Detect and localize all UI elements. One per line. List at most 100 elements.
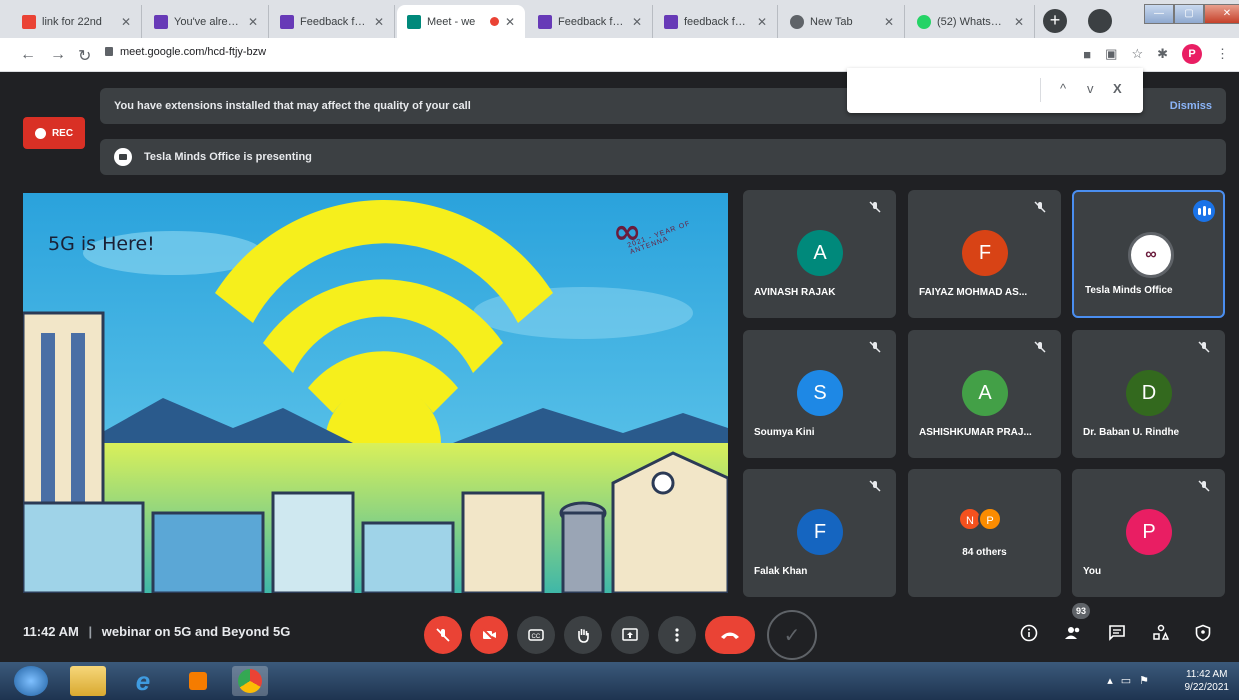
- participant-tile[interactable]: A AVINASH RAJAK: [743, 190, 896, 318]
- present-icon: [622, 628, 638, 641]
- chrome-taskbar-icon[interactable]: [232, 666, 268, 696]
- recording-badge: REC: [23, 117, 85, 149]
- participant-name: AVINASH RAJAK: [754, 287, 836, 298]
- tab-label: link for 22nd: [42, 15, 102, 28]
- close-icon[interactable]: ✕: [632, 15, 642, 29]
- find-previous-button[interactable]: ^: [1060, 81, 1066, 96]
- window-controls: — ▢ ✕: [1144, 4, 1239, 24]
- more-options-button[interactable]: [658, 616, 696, 654]
- forward-icon[interactable]: →: [50, 46, 66, 64]
- slide-title: 5G is Here!: [48, 233, 155, 255]
- check-overlay-button[interactable]: ✓: [767, 610, 817, 660]
- tesla-minds-logo-icon: ∞: [1145, 246, 1157, 263]
- tab-forms-2[interactable]: Feedback form ✕: [270, 5, 395, 38]
- camera-icon[interactable]: ■: [1083, 47, 1091, 62]
- find-next-button[interactable]: v: [1087, 81, 1094, 96]
- captions-button[interactable]: CC: [517, 616, 555, 654]
- chrome-icon: [790, 14, 804, 29]
- close-icon[interactable]: ✕: [505, 15, 515, 29]
- more-vert-icon: [675, 628, 679, 642]
- mic-muted-icon: [1033, 200, 1047, 214]
- tab-label: Meet - we: [427, 15, 476, 28]
- tab-forms-3[interactable]: Feedback form ✕: [528, 5, 653, 38]
- network-icon[interactable]: ▭: [1121, 674, 1131, 687]
- page-action-icon[interactable]: ▣: [1105, 46, 1117, 62]
- participant-name: Dr. Baban U. Rindhe: [1083, 427, 1180, 438]
- avatar: P: [978, 507, 1002, 531]
- mic-off-icon: [436, 628, 450, 642]
- info-icon: [1020, 624, 1038, 642]
- system-clock[interactable]: 11:42 AM 9/22/2021: [1185, 668, 1230, 694]
- raise-hand-button[interactable]: [564, 616, 602, 654]
- tab-gmail[interactable]: link for 22nd ✕: [12, 5, 142, 38]
- dismiss-button[interactable]: Dismiss: [1170, 100, 1212, 112]
- participant-tile[interactable]: A ASHISHKUMAR PRAJ...: [908, 330, 1061, 458]
- camera-toggle-button[interactable]: [470, 616, 508, 654]
- minimize-button[interactable]: —: [1144, 4, 1174, 24]
- tab-whatsapp[interactable]: (52) WhatsApp ✕: [907, 5, 1035, 38]
- bookmark-star-icon[interactable]: ☆: [1131, 46, 1143, 62]
- extensions-icon[interactable]: ✱: [1157, 46, 1168, 62]
- present-screen-icon: [114, 148, 132, 166]
- tab-forms-1[interactable]: You've already ✕: [144, 5, 269, 38]
- clock-time: 11:42 AM: [1185, 669, 1228, 680]
- people-button[interactable]: [1062, 622, 1084, 644]
- presenting-text: Tesla Minds Office is presenting: [144, 151, 312, 163]
- microphone-toggle-button[interactable]: [424, 616, 462, 654]
- new-tab-button[interactable]: +: [1043, 9, 1067, 33]
- internet-explorer-icon[interactable]: e: [125, 666, 161, 696]
- meeting-details-button[interactable]: [1018, 622, 1040, 644]
- media-player-icon[interactable]: [180, 666, 216, 696]
- window-close-button[interactable]: ✕: [1204, 4, 1239, 24]
- reload-icon[interactable]: ↻: [78, 46, 91, 66]
- start-button[interactable]: [14, 666, 48, 696]
- others-tile[interactable]: N P 84 others: [908, 469, 1061, 597]
- close-icon[interactable]: ✕: [884, 15, 894, 29]
- hang-up-icon: [721, 632, 739, 639]
- close-icon[interactable]: ✕: [1014, 15, 1024, 29]
- close-icon[interactable]: ✕: [374, 15, 384, 29]
- participant-tile[interactable]: D Dr. Baban U. Rindhe: [1072, 330, 1225, 458]
- activities-button[interactable]: [1150, 622, 1172, 644]
- back-icon[interactable]: ←: [20, 46, 36, 64]
- tab-meet[interactable]: Meet - we ✕: [397, 5, 525, 38]
- participant-tile[interactable]: F Falak Khan: [743, 469, 896, 597]
- menu-icon[interactable]: ⋮: [1216, 46, 1229, 62]
- chat-button[interactable]: [1106, 622, 1128, 644]
- close-icon[interactable]: ✕: [121, 15, 131, 29]
- participant-tile-active-speaker[interactable]: ∞ Tesla Minds Office: [1072, 190, 1225, 318]
- avatar: S: [797, 370, 843, 416]
- forms-icon: [154, 14, 168, 29]
- tray-expand-icon[interactable]: ▴: [1107, 674, 1113, 687]
- presentation-stage[interactable]: ∞ 5G is Here! 2021 - YEAR OF ANTENNA: [23, 193, 728, 593]
- participant-tile[interactable]: F FAIYAZ MOHMAD AS...: [908, 190, 1061, 318]
- address-bar: ← → ↻ meet.google.com/hcd-ftjy-bzw ■ ▣ ☆…: [0, 38, 1239, 72]
- browser-tab-strip: link for 22nd ✕ You've already ✕ Feedbac…: [0, 0, 1239, 38]
- maximize-button[interactable]: ▢: [1174, 4, 1204, 24]
- participant-tile[interactable]: S Soumya Kini: [743, 330, 896, 458]
- avatar: D: [1126, 370, 1172, 416]
- tab-new-tab[interactable]: New Tab ✕: [780, 5, 905, 38]
- file-explorer-icon[interactable]: [70, 666, 106, 696]
- find-close-button[interactable]: X: [1113, 81, 1122, 96]
- participant-name: Falak Khan: [754, 566, 808, 577]
- host-controls-button[interactable]: [1192, 622, 1214, 644]
- avatar[interactable]: P: [1182, 44, 1202, 64]
- forms-icon: [280, 14, 294, 29]
- mic-muted-icon: [868, 479, 882, 493]
- lock-icon[interactable]: [105, 47, 113, 56]
- leave-call-button[interactable]: [705, 616, 755, 654]
- present-now-button[interactable]: [611, 616, 649, 654]
- meeting-control-bar: 11:42 AM | webinar on 5G and Beyond 5G C…: [0, 600, 1239, 662]
- find-bar: ^ v X: [847, 68, 1143, 113]
- tab-forms-4[interactable]: feedback form ✕: [654, 5, 778, 38]
- close-icon[interactable]: ✕: [757, 15, 767, 29]
- whatsapp-icon: [917, 14, 931, 29]
- tab-search-button[interactable]: [1088, 9, 1112, 33]
- url-field[interactable]: meet.google.com/hcd-ftjy-bzw: [120, 46, 266, 58]
- close-icon[interactable]: ✕: [248, 15, 258, 29]
- forms-icon: [538, 14, 552, 29]
- participant-tile-self[interactable]: P You: [1072, 469, 1225, 597]
- flag-icon[interactable]: ⚑: [1139, 674, 1149, 687]
- camera-off-icon: [482, 628, 496, 642]
